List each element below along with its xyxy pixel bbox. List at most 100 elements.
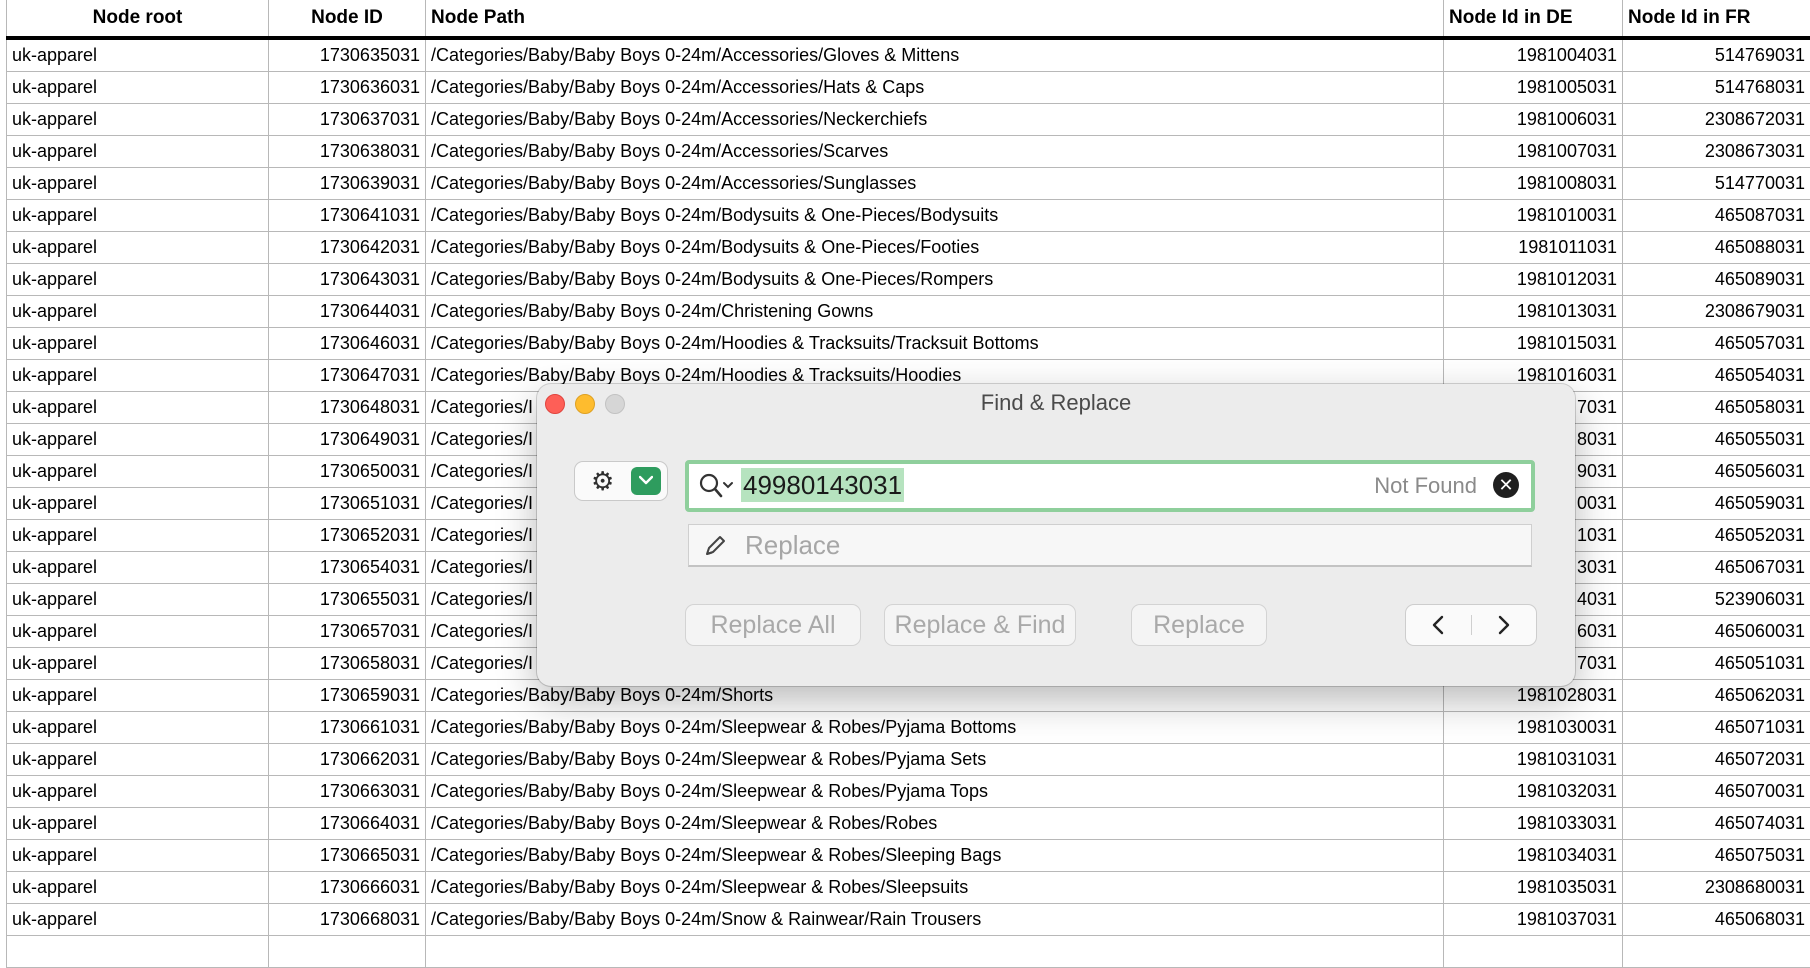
cell-node-root[interactable]: uk-apparel [7,520,269,552]
cell-node-id[interactable]: 1730666031 [269,872,426,904]
cell-node-root[interactable]: uk-apparel [7,840,269,872]
cell-node-id[interactable]: 1730646031 [269,328,426,360]
cell-node-root[interactable]: uk-apparel [7,776,269,808]
cell-node-id[interactable]: 1730663031 [269,776,426,808]
cell-node-root[interactable]: uk-apparel [7,424,269,456]
cell-node-id-fr[interactable]: 523906031 [1623,584,1810,616]
cell-node-root[interactable]: uk-apparel [7,168,269,200]
cell-node-id-fr[interactable]: 465072031 [1623,744,1810,776]
cell-node-id[interactable]: 1730636031 [269,72,426,104]
cell-node-path[interactable]: /Categories/Baby/Baby Boys 0-24m/Bodysui… [426,264,1444,296]
cell-node-id-fr[interactable]: 465067031 [1623,552,1810,584]
clear-icon[interactable]: ✕ [1493,472,1519,498]
cell-node-path[interactable]: /Categories/Baby/Baby Boys 0-24m/Bodysui… [426,232,1444,264]
cell-node-root[interactable]: uk-apparel [7,808,269,840]
cell-node-id[interactable]: 1730664031 [269,808,426,840]
next-match-button[interactable] [1472,605,1536,645]
cell-node-id-de[interactable]: 1981010031 [1444,200,1623,232]
cell-node-path[interactable] [426,936,1444,968]
cell-node-root[interactable]: uk-apparel [7,456,269,488]
cell-node-id-de[interactable]: 1981035031 [1444,872,1623,904]
cell-node-id-fr[interactable]: 465052031 [1623,520,1810,552]
cell-node-id-de[interactable]: 1981007031 [1444,136,1623,168]
cell-node-id-de[interactable]: 1981004031 [1444,38,1623,72]
options-button[interactable]: ⚙ [575,462,667,500]
cell-node-id[interactable]: 1730644031 [269,296,426,328]
cell-node-root[interactable]: uk-apparel [7,552,269,584]
cell-node-path[interactable]: /Categories/Baby/Baby Boys 0-24m/Bodysui… [426,200,1444,232]
cell-node-root[interactable]: uk-apparel [7,264,269,296]
cell-node-id[interactable]: 1730665031 [269,840,426,872]
cell-node-id-fr[interactable]: 2308673031 [1623,136,1810,168]
find-field[interactable]: 49980143031 Not Found ✕ [685,460,1535,512]
cell-node-root[interactable] [7,936,269,968]
cell-node-id-de[interactable]: 1981031031 [1444,744,1623,776]
cell-node-id-de[interactable]: 1981032031 [1444,776,1623,808]
cell-node-root[interactable]: uk-apparel [7,136,269,168]
cell-node-path[interactable]: /Categories/Baby/Baby Boys 0-24m/Sleepwe… [426,744,1444,776]
cell-node-id[interactable]: 1730661031 [269,712,426,744]
cell-node-id[interactable]: 1730649031 [269,424,426,456]
cell-node-root[interactable]: uk-apparel [7,104,269,136]
cell-node-path[interactable]: /Categories/Baby/Baby Boys 0-24m/Accesso… [426,136,1444,168]
cell-node-path[interactable]: /Categories/Baby/Baby Boys 0-24m/Snow & … [426,904,1444,936]
cell-node-id[interactable]: 1730658031 [269,648,426,680]
cell-node-id-fr[interactable]: 514768031 [1623,72,1810,104]
cell-node-path[interactable]: /Categories/Baby/Baby Boys 0-24m/Accesso… [426,168,1444,200]
header-node-id-de[interactable]: Node Id in DE [1444,0,1623,38]
cell-node-id-fr[interactable]: 514769031 [1623,38,1810,72]
cell-node-id-de[interactable]: 1981006031 [1444,104,1623,136]
cell-node-root[interactable]: uk-apparel [7,232,269,264]
header-node-id[interactable]: Node ID [269,0,426,38]
cell-node-id-fr[interactable]: 465074031 [1623,808,1810,840]
cell-node-id-fr[interactable]: 2308672031 [1623,104,1810,136]
cell-node-id-fr[interactable]: 465057031 [1623,328,1810,360]
cell-node-root[interactable]: uk-apparel [7,584,269,616]
magnifier-icon[interactable] [699,473,735,504]
cell-node-path[interactable]: /Categories/Baby/Baby Boys 0-24m/Accesso… [426,104,1444,136]
cell-node-root[interactable]: uk-apparel [7,744,269,776]
cell-node-id[interactable]: 1730639031 [269,168,426,200]
cell-node-root[interactable]: uk-apparel [7,872,269,904]
cell-node-id-fr[interactable]: 465051031 [1623,648,1810,680]
cell-node-id[interactable]: 1730642031 [269,232,426,264]
cell-node-id[interactable]: 1730652031 [269,520,426,552]
cell-node-id-fr[interactable]: 465089031 [1623,264,1810,296]
cell-node-id-fr[interactable]: 465055031 [1623,424,1810,456]
cell-node-id[interactable]: 1730643031 [269,264,426,296]
cell-node-id-fr[interactable]: 465070031 [1623,776,1810,808]
cell-node-path[interactable]: /Categories/Baby/Baby Boys 0-24m/Sleepwe… [426,808,1444,840]
cell-node-root[interactable]: uk-apparel [7,712,269,744]
cell-node-id-fr[interactable]: 465059031 [1623,488,1810,520]
cell-node-id-fr[interactable]: 465088031 [1623,232,1810,264]
cell-node-id[interactable]: 1730647031 [269,360,426,392]
cell-node-id-fr[interactable]: 514770031 [1623,168,1810,200]
cell-node-id-de[interactable]: 1981011031 [1444,232,1623,264]
cell-node-root[interactable]: uk-apparel [7,616,269,648]
cell-node-id-fr[interactable]: 465075031 [1623,840,1810,872]
cell-node-root[interactable]: uk-apparel [7,360,269,392]
cell-node-id[interactable]: 1730655031 [269,584,426,616]
cell-node-id-fr[interactable]: 465056031 [1623,456,1810,488]
cell-node-id-de[interactable]: 1981012031 [1444,264,1623,296]
cell-node-id-fr[interactable]: 2308680031 [1623,872,1810,904]
cell-node-id-fr[interactable] [1623,936,1810,968]
cell-node-root[interactable]: uk-apparel [7,38,269,72]
replace-input[interactable] [743,528,1487,562]
cell-node-id[interactable]: 1730659031 [269,680,426,712]
cell-node-path[interactable]: /Categories/Baby/Baby Boys 0-24m/Sleepwe… [426,712,1444,744]
cell-node-root[interactable]: uk-apparel [7,328,269,360]
cell-node-path[interactable]: /Categories/Baby/Baby Boys 0-24m/Accesso… [426,38,1444,72]
cell-node-id-fr[interactable]: 2308679031 [1623,296,1810,328]
cell-node-id-fr[interactable]: 465060031 [1623,616,1810,648]
cell-node-id-de[interactable]: 1981015031 [1444,328,1623,360]
cell-node-id-fr[interactable]: 465062031 [1623,680,1810,712]
header-node-path[interactable]: Node Path [426,0,1444,38]
cell-node-root[interactable]: uk-apparel [7,200,269,232]
cell-node-id[interactable]: 1730648031 [269,392,426,424]
cell-node-id[interactable]: 1730651031 [269,488,426,520]
cell-node-root[interactable]: uk-apparel [7,296,269,328]
cell-node-root[interactable]: uk-apparel [7,488,269,520]
cell-node-id[interactable]: 1730650031 [269,456,426,488]
cell-node-id-fr[interactable]: 465058031 [1623,392,1810,424]
